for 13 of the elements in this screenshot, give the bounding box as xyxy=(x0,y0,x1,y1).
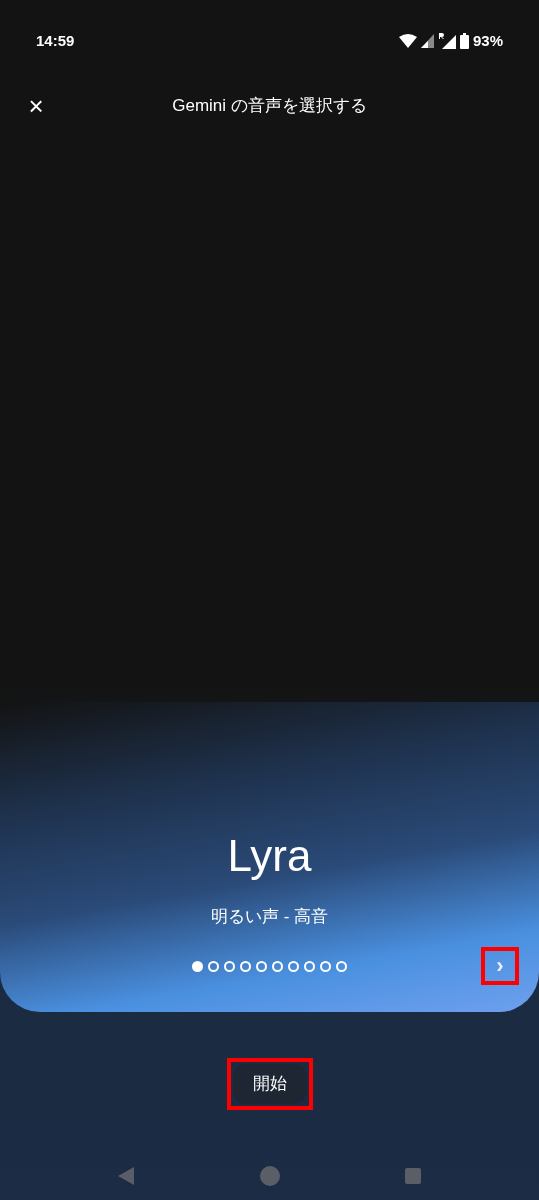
roaming-signal-icon xyxy=(437,33,456,49)
voice-name: Lyra xyxy=(227,833,312,878)
status-time: 14:59 xyxy=(36,30,75,51)
battery-level: 93% xyxy=(472,30,503,51)
close-button[interactable]: × xyxy=(24,94,48,118)
voice-description: 明るい声 - 高音 xyxy=(210,905,329,928)
back-icon[interactable] xyxy=(118,1167,134,1185)
wifi-icon xyxy=(398,34,417,48)
home-icon[interactable] xyxy=(259,1166,280,1186)
signal-icon xyxy=(420,34,434,48)
start-button[interactable]: 開始 xyxy=(232,1064,307,1104)
page-title: Gemini の音声を選択する xyxy=(172,95,367,118)
battery-icon xyxy=(459,33,469,49)
